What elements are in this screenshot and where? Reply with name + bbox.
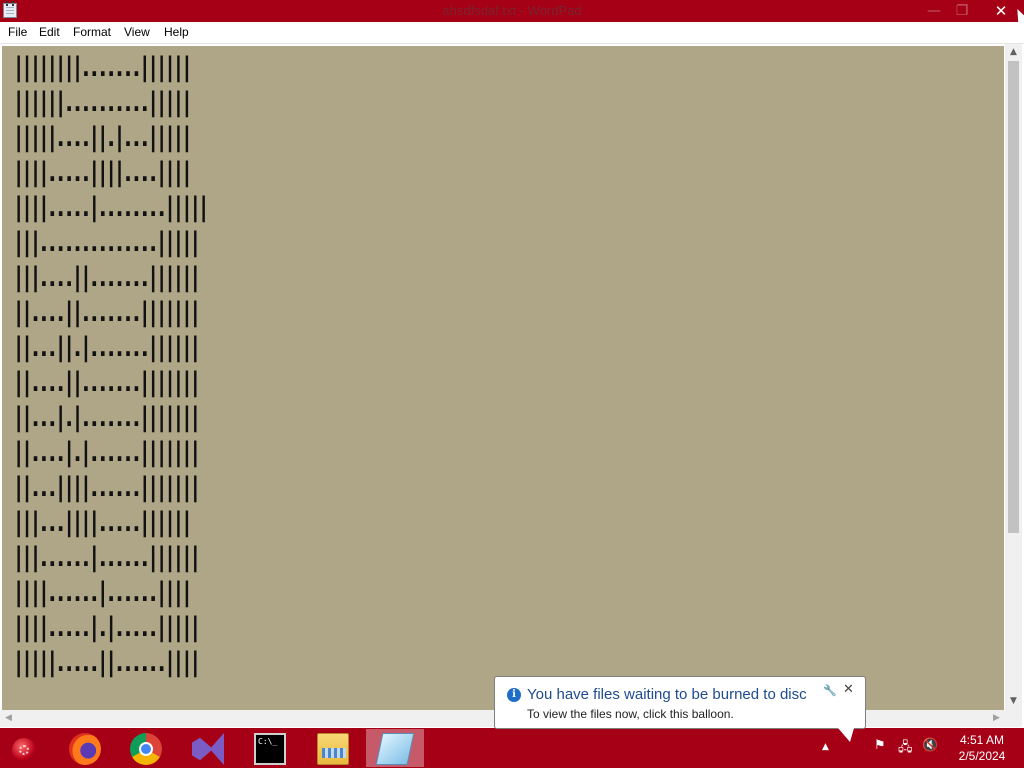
text-line: ||...||||......||||||| (12, 472, 202, 503)
text-line: ||||.....|.|.....||||| (12, 612, 202, 643)
taskbar-chrome[interactable] (117, 729, 175, 767)
taskbar-wordpad[interactable] (366, 729, 424, 767)
clock-time: 4:51 AM (959, 733, 1005, 747)
show-hidden-icons-chevron-icon[interactable]: ▲ (822, 742, 829, 752)
menu-help[interactable]: Help (164, 25, 189, 39)
window-title: ahsdfsdaf.txt - WordPad (442, 3, 582, 18)
scroll-left-arrow-icon[interactable]: ◀ (0, 710, 17, 727)
taskbar-file-explorer[interactable] (304, 729, 362, 767)
balloon-close-button[interactable]: ✕ (843, 682, 854, 697)
burn-files-notification-balloon[interactable]: i You have files waiting to be burned to… (494, 676, 866, 729)
editor-frame: ||||||||.......|||||| ||||||..........||… (0, 44, 1024, 728)
text-line: ||...|.|.......||||||| (12, 402, 202, 433)
text-line: ||...||.|.......|||||| (12, 332, 202, 363)
text-line: |||...||||.....|||||| (12, 507, 194, 538)
maximize-button[interactable]: ❐ (948, 0, 976, 22)
text-line: ||....||.......||||||| (12, 297, 202, 328)
menu-view[interactable]: View (124, 25, 150, 39)
text-line: |||||.....||......|||| (12, 647, 202, 678)
minimize-button[interactable]: — (920, 0, 948, 22)
file-explorer-icon (317, 733, 349, 765)
start-orb-icon (12, 738, 36, 762)
text-line: |||..............||||| (12, 227, 202, 258)
action-center-flag-icon[interactable]: ⚑ (874, 738, 886, 753)
wordpad-icon (375, 733, 415, 765)
scroll-up-arrow-icon[interactable]: ▲ (1005, 44, 1022, 61)
text-line: ||....|.|......||||||| (12, 437, 202, 468)
balloon-title: You have files waiting to be burned to d… (527, 686, 807, 703)
text-line: ||||.....|........||||| (12, 192, 210, 223)
scroll-right-arrow-icon[interactable]: ▶ (988, 710, 1005, 727)
visual-studio-icon (192, 733, 224, 765)
balloon-pointer (838, 728, 854, 742)
text-line: ||||......|......|||| (12, 577, 194, 608)
taskbar-firefox[interactable] (56, 729, 114, 767)
menu-bar: File Edit Format View Help (0, 22, 1024, 44)
text-line: ||||||||.......|||||| (12, 52, 194, 83)
vertical-scroll-thumb[interactable] (1008, 61, 1019, 533)
scrollbar-corner (1005, 710, 1022, 727)
network-icon[interactable]: 🖧 (898, 738, 913, 760)
menu-edit[interactable]: Edit (39, 25, 60, 39)
vertical-scrollbar[interactable]: ▲ ▼ (1005, 44, 1022, 710)
text-line: |||......|......|||||| (12, 542, 202, 573)
taskbar-command-prompt[interactable]: C:\_ (241, 729, 299, 767)
title-bar[interactable]: ahsdfsdaf.txt - WordPad — ❐ ✕ (0, 0, 1024, 22)
chrome-icon (130, 733, 162, 765)
text-line: ||....||.......||||||| (12, 367, 202, 398)
balloon-body: To view the files now, click this balloo… (527, 707, 734, 721)
text-line: ||||.....||||....|||| (12, 157, 194, 188)
balloon-settings-wrench-icon[interactable]: 🔧 (823, 684, 837, 697)
text-line: ||||||..........||||| (12, 87, 194, 118)
volume-muted-icon[interactable]: 🔇 (922, 738, 938, 753)
scroll-down-arrow-icon[interactable]: ▼ (1005, 693, 1022, 710)
text-line: |||....||.......|||||| (12, 262, 202, 293)
taskbar-visual-studio[interactable] (179, 729, 237, 767)
firefox-icon (69, 733, 101, 765)
taskbar: C:\_ ▲ ⚑ 🖧 🔇 4:51 AM 2/5/2024 (0, 728, 1024, 768)
menu-file[interactable]: File (8, 25, 27, 39)
command-prompt-icon: C:\_ (254, 733, 286, 765)
info-icon: i (507, 688, 521, 702)
clock-date: 2/5/2024 (958, 749, 1006, 763)
text-line: |||||....||.|...||||| (12, 122, 194, 153)
menu-format[interactable]: Format (73, 25, 111, 39)
start-button[interactable] (8, 734, 40, 764)
document-text-area[interactable]: ||||||||.......|||||| ||||||..........||… (2, 46, 1004, 710)
system-clock[interactable]: 4:51 AM 2/5/2024 (952, 732, 1012, 764)
